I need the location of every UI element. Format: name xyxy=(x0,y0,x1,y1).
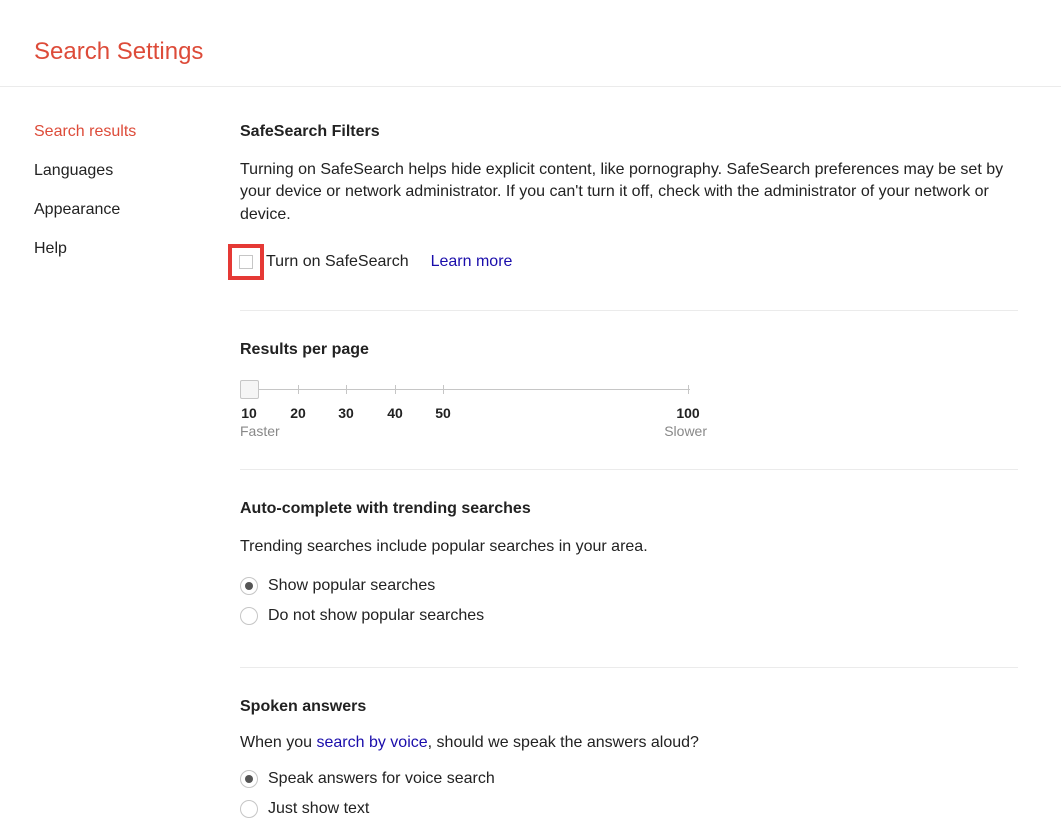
spoken-answers-section: Spoken answers When you search by voice,… xyxy=(240,698,1018,818)
autocomplete-option-show[interactable]: Show popular searches xyxy=(240,577,1018,595)
autocomplete-section: Auto-complete with trending searches Tre… xyxy=(240,500,1018,667)
radio-dot-icon xyxy=(245,775,253,783)
autocomplete-heading: Auto-complete with trending searches xyxy=(240,500,1018,518)
slider-tick-label: 10 xyxy=(241,405,257,421)
sidebar-item-appearance[interactable]: Appearance xyxy=(34,201,205,219)
slider-track[interactable] xyxy=(240,377,690,403)
safesearch-checkbox-highlight xyxy=(228,244,264,280)
main-panel: SafeSearch Filters Turning on SafeSearch… xyxy=(205,123,1040,818)
slider-tick-label: 30 xyxy=(338,405,354,421)
radio-icon xyxy=(240,770,258,788)
page-title: Search Settings xyxy=(34,38,1061,66)
slider-labels: 10 20 30 40 50 100 xyxy=(240,405,690,423)
results-slider[interactable]: 10 20 30 40 50 100 Faster Slower xyxy=(240,377,1018,423)
slider-handle[interactable] xyxy=(240,380,259,399)
slider-faster-label: Faster xyxy=(240,423,280,439)
slider-line xyxy=(249,389,690,390)
safesearch-section: SafeSearch Filters Turning on SafeSearch… xyxy=(240,123,1018,311)
radio-icon xyxy=(240,800,258,818)
safesearch-learn-more-link[interactable]: Learn more xyxy=(431,253,513,271)
safesearch-description: Turning on SafeSearch helps hide explici… xyxy=(240,159,1018,226)
spoken-heading: Spoken answers xyxy=(240,698,1018,716)
safesearch-checkbox[interactable] xyxy=(239,255,253,269)
autocomplete-option-hide[interactable]: Do not show popular searches xyxy=(240,607,1018,625)
slider-slower-label: Slower xyxy=(664,423,707,439)
safesearch-heading: SafeSearch Filters xyxy=(240,123,1018,141)
slider-tick xyxy=(395,385,396,394)
sidebar-item-languages[interactable]: Languages xyxy=(34,162,205,180)
autocomplete-description: Trending searches include popular search… xyxy=(240,536,1018,558)
slider-tick xyxy=(688,385,689,394)
sidebar: Search results Languages Appearance Help xyxy=(0,123,205,818)
slider-tick xyxy=(346,385,347,394)
radio-label: Show popular searches xyxy=(268,577,435,595)
safesearch-checkbox-row: Turn on SafeSearch Learn more xyxy=(240,244,1018,280)
slider-tick-label: 40 xyxy=(387,405,403,421)
results-per-page-heading: Results per page xyxy=(240,341,1018,359)
content: Search results Languages Appearance Help… xyxy=(0,87,1061,818)
page-header: Search Settings xyxy=(0,0,1061,87)
search-by-voice-link[interactable]: search by voice xyxy=(316,734,427,751)
spoken-prefix: When you xyxy=(240,734,316,751)
slider-tick xyxy=(443,385,444,394)
radio-label: Do not show popular searches xyxy=(268,607,484,625)
radio-label: Speak answers for voice search xyxy=(268,770,495,788)
slider-tick xyxy=(298,385,299,394)
radio-icon xyxy=(240,577,258,595)
radio-dot-icon xyxy=(245,582,253,590)
slider-tick-label: 50 xyxy=(435,405,451,421)
spoken-option-text[interactable]: Just show text xyxy=(240,800,1018,818)
safesearch-checkbox-label[interactable]: Turn on SafeSearch xyxy=(266,253,409,271)
spoken-suffix: , should we speak the answers aloud? xyxy=(428,734,699,751)
spoken-option-speak[interactable]: Speak answers for voice search xyxy=(240,770,1018,788)
spoken-description: When you search by voice, should we spea… xyxy=(240,734,1018,752)
results-per-page-section: Results per page 10 20 30 40 xyxy=(240,341,1018,470)
slider-tick-label: 100 xyxy=(676,405,699,421)
radio-label: Just show text xyxy=(268,800,369,818)
sidebar-item-help[interactable]: Help xyxy=(34,240,205,258)
radio-icon xyxy=(240,607,258,625)
slider-tick-label: 20 xyxy=(290,405,306,421)
sidebar-item-search-results[interactable]: Search results xyxy=(34,123,205,141)
